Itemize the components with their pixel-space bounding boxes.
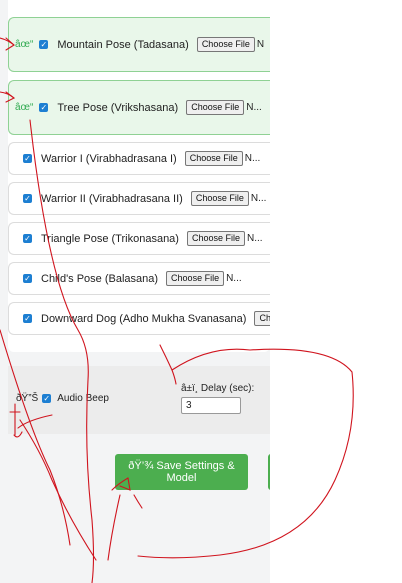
pose-checkbox[interactable]: ✓	[23, 274, 32, 283]
pose-row-warrior-2: ✓ Warrior II (Virabhadrasana II) Choose …	[8, 182, 270, 215]
pose-checkbox[interactable]: ✓	[39, 40, 49, 49]
file-status: N...	[247, 233, 263, 244]
pose-row-mountain: âœ“ ✓ Mountain Pose (Tadasana) Choose Fi…	[8, 17, 270, 72]
choose-file-button[interactable]: Choose File	[166, 271, 225, 286]
choose-file-button[interactable]: Choose File	[190, 191, 249, 206]
secondary-action-button[interactable]	[268, 454, 270, 490]
choose-file-button[interactable]: Cho	[254, 311, 270, 326]
delay-label: â±ï¸ Delay (sec):	[181, 383, 255, 394]
pose-row-downward-dog: ✓ Downward Dog (Adho Mukha Svanasana) Ch…	[8, 302, 270, 335]
pose-label: Triangle Pose (Trikonasana)	[41, 232, 179, 245]
audio-beep-checkbox[interactable]: ✓	[42, 394, 52, 403]
completed-check-icon: âœ“	[15, 39, 34, 50]
choose-file-button[interactable]: Choose File	[186, 100, 245, 115]
save-settings-button[interactable]: ðŸ’¾ Save Settings & Model	[115, 454, 248, 490]
audio-beep-toggle[interactable]: ðŸ”Š ✓ Audio Beep	[16, 393, 109, 404]
pose-row-warrior-1: ✓ Warrior I (Virabhadrasana I) Choose Fi…	[8, 142, 270, 175]
pose-checkbox[interactable]: ✓	[39, 103, 49, 112]
choose-file-button[interactable]: Choose File	[196, 37, 255, 52]
pose-label: Warrior II (Virabhadrasana II)	[41, 192, 183, 205]
audio-beep-label: Audio Beep	[57, 393, 109, 404]
file-status: N...	[244, 153, 261, 164]
pose-checkbox[interactable]: ✓	[23, 194, 32, 203]
settings-panel: âœ“ ✓ Mountain Pose (Tadasana) Choose Fi…	[0, 0, 270, 583]
pose-label: Downward Dog (Adho Mukha Svanasana)	[41, 312, 247, 325]
pose-row-tree: âœ“ ✓ Tree Pose (Vrikshasana) Choose Fil…	[8, 80, 270, 135]
delay-input[interactable]: 3	[181, 397, 241, 414]
file-status: N	[256, 39, 265, 50]
completed-check-icon: âœ“	[15, 102, 34, 113]
choose-file-button[interactable]: Choose File	[184, 151, 243, 166]
pose-label: Tree Pose (Vrikshasana)	[57, 101, 179, 114]
pose-row-child: ✓ Child's Pose (Balasana) Choose File N.…	[8, 262, 270, 295]
pose-label: Mountain Pose (Tadasana)	[57, 38, 189, 51]
pose-checkbox[interactable]: ✓	[23, 154, 32, 163]
pose-label: Child's Pose (Balasana)	[41, 272, 159, 285]
pose-checkbox[interactable]: ✓	[23, 234, 32, 243]
file-status: N...	[226, 273, 242, 284]
pose-row-triangle: ✓ Triangle Pose (Trikonasana) Choose Fil…	[8, 222, 270, 255]
pose-label: Warrior I (Virabhadrasana I)	[41, 152, 177, 165]
speaker-icon: ðŸ”Š	[16, 393, 39, 404]
choose-file-button[interactable]: Choose File	[186, 231, 245, 246]
file-status: N...	[246, 102, 262, 113]
file-status: N...	[250, 193, 267, 204]
pose-checkbox[interactable]: ✓	[23, 314, 32, 323]
